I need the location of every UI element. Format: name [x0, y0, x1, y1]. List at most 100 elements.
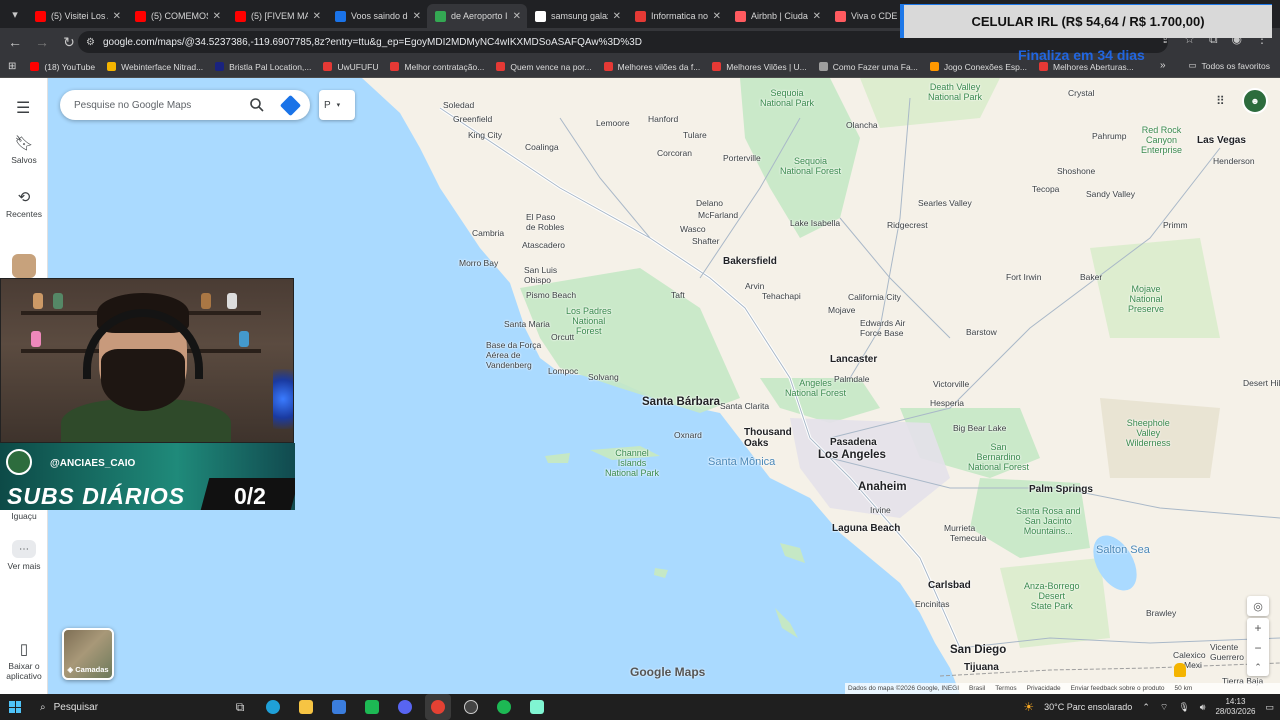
edge-icon[interactable] [260, 694, 286, 720]
map-place-label[interactable]: Palmdale [834, 374, 869, 384]
map-place-label[interactable]: Anza-Borrego Desert State Park [1024, 581, 1080, 611]
bookmark-item[interactable]: Como Fazer uma Fa... [818, 62, 918, 72]
browser-tab[interactable]: Airbnb | Ciudad ✕ [727, 4, 827, 28]
bookmark-item[interactable]: Bristla Pal Location,... [215, 62, 311, 72]
map-place-label[interactable]: Morro Bay [459, 258, 498, 268]
map-place-label[interactable]: Santa Maria [504, 319, 550, 329]
browser-tab[interactable]: Voos saindo de ✕ [327, 4, 427, 28]
forward-arrow-icon[interactable]: → [30, 30, 54, 54]
maps-search-box[interactable]: Pesquise no Google Maps [60, 90, 310, 120]
map-place-label[interactable]: Lompoc [548, 366, 578, 376]
map-place-label[interactable]: Greenfield [453, 114, 492, 124]
map-place-label[interactable]: Pahrump [1092, 131, 1127, 141]
map-place-label[interactable]: Oxnard [674, 430, 702, 440]
collapse-icon[interactable]: ⌃ [1254, 662, 1262, 673]
my-location-icon[interactable]: ◎ [1247, 596, 1269, 616]
obs-icon[interactable] [458, 694, 484, 720]
tab-close-icon[interactable]: ✕ [213, 11, 221, 22]
bookmark-item[interactable]: UwUFUFU [323, 62, 378, 72]
zoom-in-icon[interactable]: + [1254, 621, 1261, 635]
browser-tab[interactable]: (5) COMEMOS ✕ [127, 4, 227, 28]
map-place-label[interactable]: California City [848, 292, 901, 302]
map-place-label[interactable]: Tehachapi [762, 291, 801, 301]
browser-tab[interactable]: samsung galax ✕ [527, 4, 627, 28]
hamburger-menu-icon[interactable]: ☰ [16, 98, 30, 118]
map-place-label[interactable]: Primm [1163, 220, 1188, 230]
rail-recent-place-thumb[interactable] [0, 254, 48, 278]
apps-grid-icon[interactable]: ⊞ [8, 61, 16, 72]
rail-more[interactable]: ⋯ Ver mais [0, 540, 48, 571]
tab-close-icon[interactable]: ✕ [413, 11, 421, 22]
map-place-label[interactable]: Lemoore [596, 118, 630, 128]
bookmark-item[interactable]: Jogo Conexões Esp... [929, 62, 1027, 72]
bookmark-item[interactable]: Webinterface Nitrad... [107, 62, 203, 72]
map-place-label[interactable]: Pismo Beach [526, 290, 576, 300]
map-place-label[interactable]: Olancha [846, 120, 878, 130]
app-green-icon[interactable] [359, 694, 385, 720]
rail-download-app[interactable]: ▯ Baixar o aplicativo [0, 640, 48, 681]
account-avatar[interactable]: ☻ [1242, 88, 1268, 114]
map-place-label[interactable]: Hesperia [930, 398, 964, 408]
browser-tab[interactable]: (5) Visitei Los A ✕ [27, 4, 127, 28]
map-place-label[interactable]: Tijuana [964, 662, 999, 673]
browser-tab[interactable]: de Aeroporto I ✕ [427, 4, 527, 28]
bookmark-item[interactable]: Melhor contratação... [390, 62, 484, 72]
search-icon[interactable] [249, 97, 265, 113]
map-place-label[interactable]: Wasco [680, 224, 706, 234]
tray-overflow-icon[interactable]: ⌃ [1142, 702, 1150, 713]
filter-chip[interactable]: P ▾ [319, 90, 355, 120]
file-explorer-icon[interactable] [293, 694, 319, 720]
map-place-label[interactable]: Thousand Oaks [744, 427, 792, 449]
map-place-label[interactable]: Sequoia National Forest [780, 156, 841, 176]
map-place-label[interactable]: Santa Bárbara [642, 396, 720, 408]
map-place-label[interactable]: Temecula [950, 533, 986, 543]
pegman-icon[interactable] [1174, 663, 1186, 677]
store-icon[interactable] [326, 694, 352, 720]
map-place-label[interactable]: Lake Isabella [790, 218, 840, 228]
attribution-link[interactable]: Privacidade [1027, 685, 1061, 692]
map-place-label[interactable]: San Luis Obispo [524, 265, 557, 285]
notifications-icon[interactable]: ▭ [1265, 702, 1274, 713]
map-place-label[interactable]: Sheephole Valley Wilderness [1126, 418, 1171, 448]
map-place-label[interactable]: San Bernardino National Forest [968, 442, 1029, 472]
map-place-label[interactable]: Channel Islands National Park [605, 448, 659, 478]
map-place-label[interactable]: Murrieta [944, 523, 975, 533]
map-place-label[interactable]: Corcoran [657, 148, 692, 158]
google-apps-icon[interactable]: ⠿ [1216, 94, 1225, 108]
map-place-label[interactable]: Hanford [648, 114, 678, 124]
tab-search-button[interactable]: ▾ [3, 3, 27, 25]
all-favorites[interactable]: ▭ Todos os favoritos [1188, 60, 1270, 71]
tab-close-icon[interactable]: ✕ [713, 11, 721, 22]
browser-tab[interactable]: (5) [FIVEM MAI ✕ [227, 4, 327, 28]
map-place-label[interactable]: Cambria [472, 228, 504, 238]
map-place-label[interactable]: Bakersfield [723, 256, 777, 267]
map-place-label[interactable]: Palm Springs [1029, 484, 1093, 495]
map-place-label[interactable]: Taft [671, 290, 685, 300]
map-place-label[interactable]: Laguna Beach [832, 523, 900, 534]
map-place-label[interactable]: Shafter [692, 236, 719, 246]
map-place-label[interactable]: Encinitas [915, 599, 950, 609]
attribution-link[interactable]: Brasil [969, 685, 985, 692]
bookmark-item[interactable]: Melhores Vilões | U... [712, 62, 807, 72]
map-place-label[interactable]: Red Rock Canyon Enterprise [1141, 125, 1182, 155]
map-place-label[interactable]: King City [468, 130, 502, 140]
taskbar-search[interactable]: ⌕ Pesquisar [30, 694, 220, 720]
map-place-label[interactable]: Atascadero [522, 240, 565, 250]
map-place-label[interactable]: Mexi [1184, 660, 1202, 670]
bookmark-item[interactable]: Quem vence na por... [496, 62, 592, 72]
layers-button[interactable]: ◈ Camadas [62, 628, 114, 680]
map-place-label[interactable]: Los Angeles [818, 449, 886, 461]
bookmarks-overflow[interactable]: » [1160, 60, 1166, 71]
chrome-icon[interactable] [425, 694, 451, 720]
map-place-label[interactable]: Desert Hill [1243, 378, 1280, 388]
map-place-label[interactable]: Arvin [745, 281, 764, 291]
map-place-label[interactable]: Sandy Valley [1086, 189, 1135, 199]
map-place-label[interactable]: Brawley [1146, 608, 1176, 618]
map-place-label[interactable]: Irvine [870, 505, 891, 515]
attribution-link[interactable]: 50 km [1175, 685, 1193, 692]
map-place-label[interactable]: Coalinga [525, 142, 559, 152]
map-place-label[interactable]: Las Vegas [1197, 135, 1246, 146]
streamlabs-icon[interactable] [524, 694, 550, 720]
map-place-label[interactable]: McFarland [698, 210, 738, 220]
map-place-label[interactable]: El Paso de Robles [526, 212, 564, 232]
